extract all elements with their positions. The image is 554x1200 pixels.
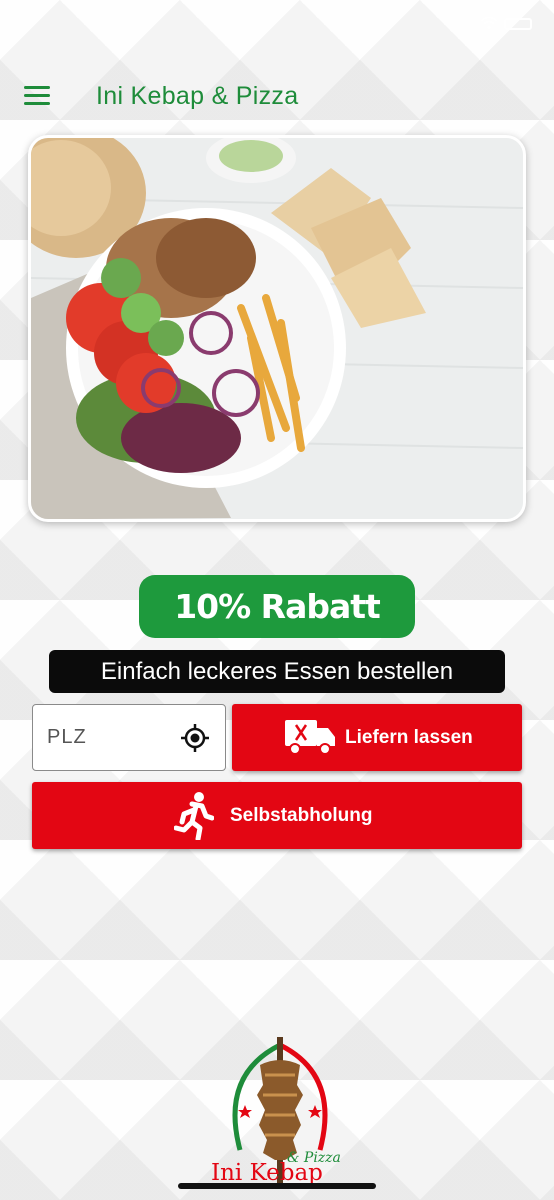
- home-indicator[interactable]: [178, 1183, 376, 1189]
- tagline-banner: Einfach leckeres Essen bestellen: [49, 650, 505, 693]
- delivery-truck-icon: [285, 720, 335, 755]
- pickup-button[interactable]: Selbstabholung: [32, 782, 522, 849]
- app-title: Ini Kebap & Pizza: [96, 82, 299, 110]
- wifi-icon: [480, 16, 498, 30]
- delivery-button-label: Liefern lassen: [345, 727, 473, 748]
- battery-icon: [504, 18, 532, 30]
- status-bar: [0, 0, 554, 44]
- crosshair-location-icon[interactable]: [181, 724, 209, 752]
- hero-food-image: [28, 135, 526, 522]
- plz-field[interactable]: [32, 704, 226, 771]
- running-person-icon: [174, 792, 214, 840]
- hamburger-menu-icon[interactable]: [24, 86, 50, 108]
- top-app-bar: Ini Kebap & Pizza: [0, 72, 554, 124]
- pickup-button-label: Selbstabholung: [230, 805, 373, 826]
- delivery-button[interactable]: Liefern lassen: [232, 704, 522, 771]
- plz-input[interactable]: [47, 705, 177, 770]
- discount-badge: 10% Rabatt: [139, 575, 415, 638]
